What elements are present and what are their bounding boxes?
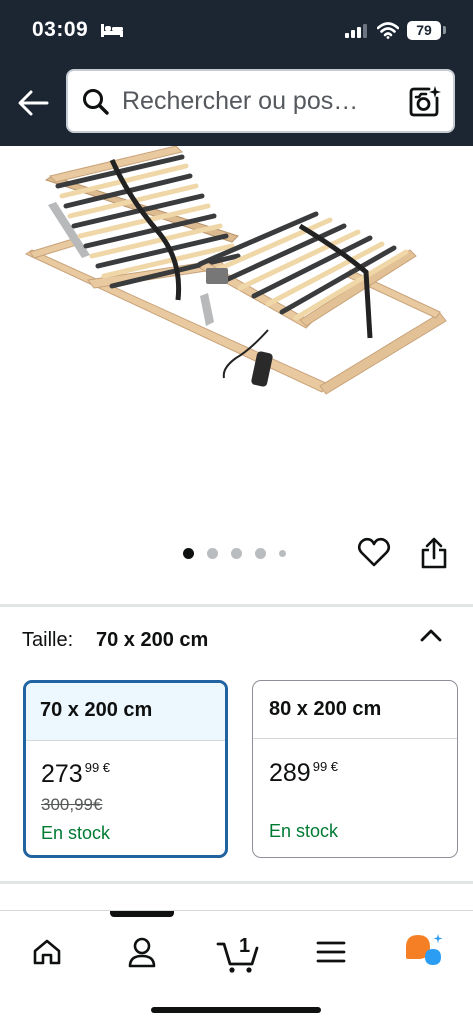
size-option-availability: En stock [269,821,339,841]
status-time: 03:09 [32,18,89,41]
section-divider [0,881,473,884]
carousel-dot[interactable] [207,548,218,559]
chevron-up-icon[interactable] [418,624,444,651]
selected-size-value: 70 x 200 cm [96,629,209,651]
carousel-dot[interactable] [183,548,194,559]
cart-icon: 1 [216,934,260,974]
size-option-80x200[interactable]: 80 x 200 cm 289 99 € En stock [252,680,458,858]
slatted-bed-frame-image [24,145,447,395]
search-box[interactable] [66,69,455,133]
size-option-name: 70 x 200 cm [26,683,225,741]
size-label: Taille: [22,629,74,651]
status-bar: 03:09 79 [0,0,473,62]
heart-icon[interactable] [357,536,391,573]
nav-cart[interactable]: 1 [212,929,264,979]
carousel-dot[interactable] [231,548,242,559]
cart-count-badge: 1 [239,935,251,957]
menu-icon [316,940,346,969]
account-icon [127,936,157,973]
carousel-dot[interactable] [279,550,286,557]
size-option-name: 80 x 200 cm [253,681,457,739]
product-image[interactable] [0,145,473,526]
search-input[interactable] [122,71,402,131]
nav-menu[interactable] [306,929,356,979]
nav-home[interactable] [22,929,72,979]
size-option-70x200[interactable]: 70 x 200 cm 273 99 € 300,99€ En stock [23,680,228,858]
size-option-old-price: 300,99€ [41,795,103,814]
battery-level: 79 [407,21,441,40]
bed-icon [100,22,124,43]
cellular-signal-icon [345,24,369,43]
share-icon[interactable] [419,536,449,575]
price-whole: 273 [41,760,83,788]
price-fraction: 99 € [312,759,339,774]
search-icon [82,88,110,121]
home-indicator-bar [151,1007,321,1013]
back-arrow-icon[interactable] [14,84,52,122]
size-option-availability: En stock [41,823,111,843]
battery-icon [443,26,446,34]
nav-rufus-assistant[interactable] [399,929,449,979]
active-tab-indicator [110,911,174,917]
camera-lens-icon[interactable] [408,85,442,124]
rufus-assistant-icon [404,933,444,976]
nav-account[interactable] [117,929,167,979]
price-whole: 289 [269,759,311,787]
price-fraction: 99 € [84,760,111,775]
bottom-nav-bar: 1 [0,910,473,1024]
top-header [0,62,473,146]
wifi-icon [376,22,400,44]
home-icon [32,938,62,971]
size-option-price: 289 99 € [269,759,338,788]
image-carousel-indicator [183,548,299,559]
carousel-dot[interactable] [255,548,266,559]
section-divider [0,604,473,607]
size-option-price: 273 99 € [41,760,110,789]
